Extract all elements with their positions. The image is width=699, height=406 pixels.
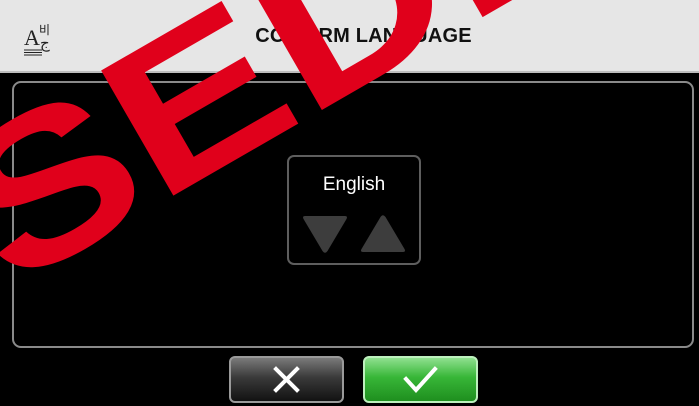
cancel-button[interactable] — [229, 356, 344, 403]
confirm-language-screen: A 비 ج CONFIRM LANGUAGE English SEDE — [0, 0, 699, 406]
page-title: CONFIRM LANGUAGE — [255, 25, 472, 47]
checkmark-icon — [403, 366, 438, 393]
header-bar: A 비 ج CONFIRM LANGUAGE — [0, 0, 699, 73]
close-icon — [273, 366, 300, 393]
triangle-up-icon[interactable] — [359, 213, 407, 255]
language-selector: English — [287, 155, 421, 265]
triangle-down-icon[interactable] — [301, 213, 349, 255]
language-value: English — [322, 174, 386, 195]
confirm-button[interactable] — [363, 356, 478, 403]
